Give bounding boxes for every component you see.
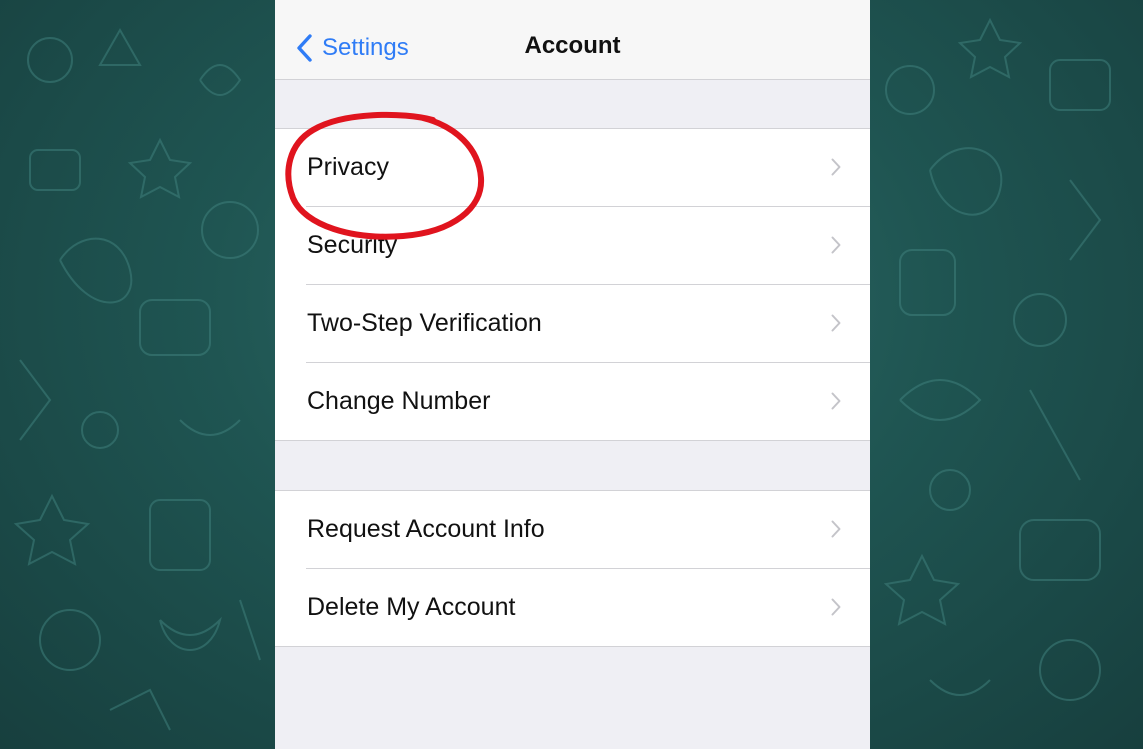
row-label: Privacy	[307, 153, 389, 181]
chevron-right-icon	[831, 392, 841, 410]
row-security[interactable]: Security	[275, 206, 870, 284]
row-label: Delete My Account	[307, 593, 516, 621]
chevron-right-icon	[831, 520, 841, 538]
chevron-right-icon	[831, 158, 841, 176]
row-label: Security	[307, 231, 398, 259]
chevron-right-icon	[831, 236, 841, 254]
page-title: Account	[524, 32, 621, 59]
phone-screen: Settings Account Privacy Security Two-St…	[275, 0, 870, 749]
row-label: Request Account Info	[307, 515, 545, 543]
settings-group-account: Privacy Security Two-Step Verification C…	[275, 128, 870, 441]
row-request-account-info[interactable]: Request Account Info	[275, 491, 870, 568]
doodle-pattern	[883, 17, 1111, 701]
row-label: Two-Step Verification	[307, 309, 542, 337]
row-privacy[interactable]: Privacy	[275, 129, 870, 206]
row-label: Change Number	[307, 387, 491, 415]
navigation-bar: Settings Account	[275, 0, 870, 80]
doodle-pattern	[13, 27, 261, 731]
chevron-right-icon	[831, 598, 841, 616]
wallpaper-left	[0, 0, 275, 749]
row-two-step-verification[interactable]: Two-Step Verification	[275, 284, 870, 362]
settings-group-data: Request Account Info Delete My Account	[275, 490, 870, 647]
chevron-right-icon	[831, 314, 841, 332]
wallpaper-right	[870, 0, 1143, 749]
row-change-number[interactable]: Change Number	[275, 362, 870, 440]
row-delete-my-account[interactable]: Delete My Account	[275, 568, 870, 646]
